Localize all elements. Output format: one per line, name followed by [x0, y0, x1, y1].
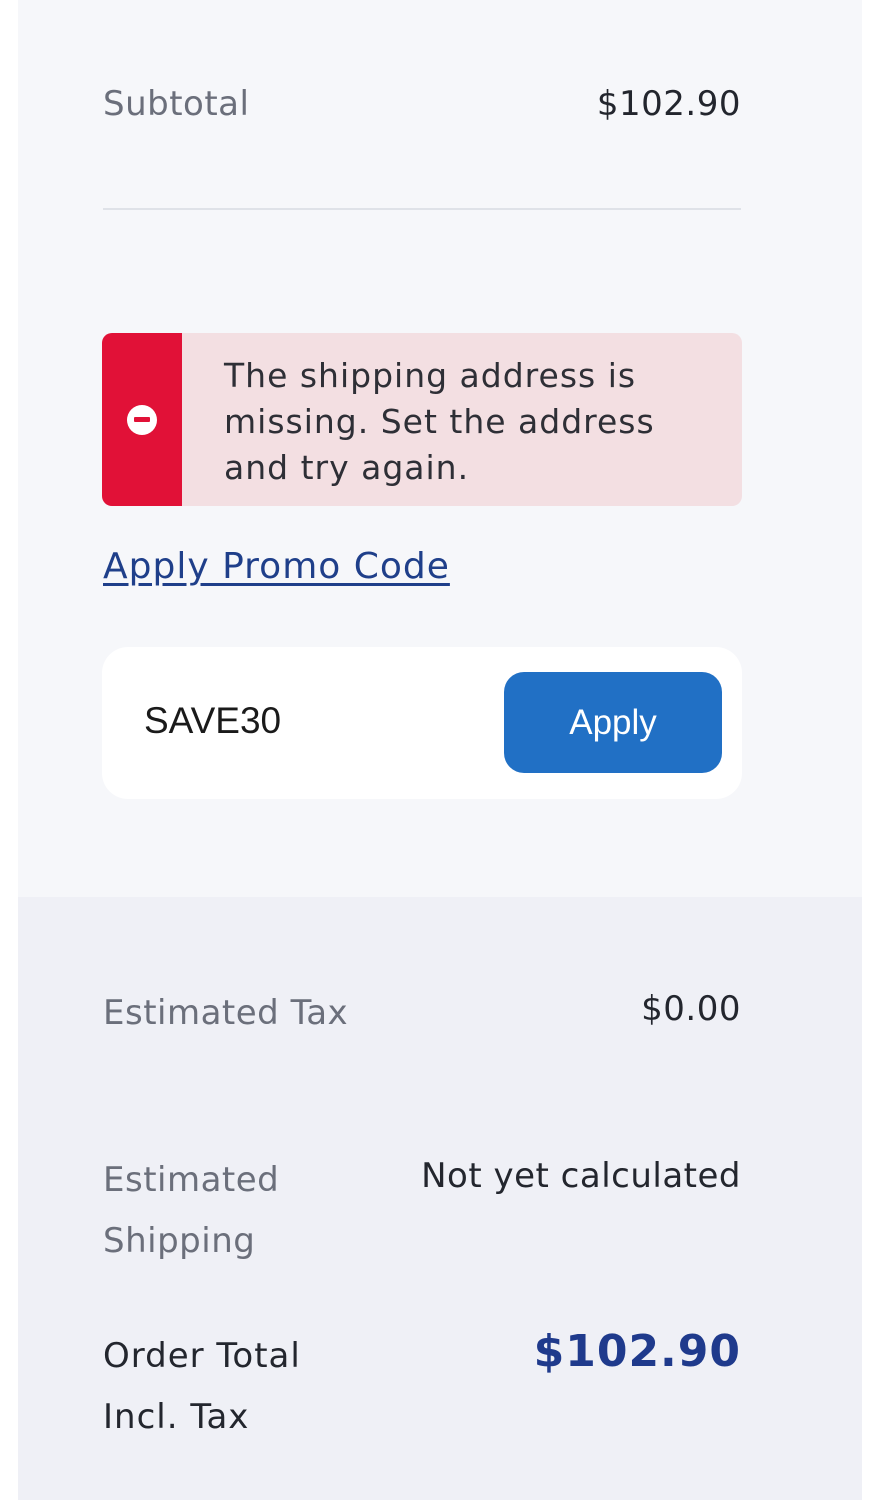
- promo-code-box: Apply: [102, 647, 742, 799]
- estimated-shipping-label: Estimated Shipping: [103, 1160, 280, 1261]
- shipping-address-error-alert: The shipping address is missing. Set the…: [102, 333, 742, 506]
- estimated-tax-value: $0.00: [641, 989, 741, 1029]
- order-total-label: Order Total Incl. Tax: [103, 1336, 301, 1437]
- apply-button[interactable]: Apply: [504, 672, 722, 773]
- alert-stripe: [102, 333, 182, 506]
- estimated-shipping-value: Not yet calculated: [421, 1156, 741, 1196]
- subtotal-value: $102.90: [596, 84, 741, 124]
- apply-promo-code-link[interactable]: Apply Promo Code: [103, 546, 450, 587]
- order-total-value: $102.90: [533, 1326, 741, 1377]
- divider: [103, 208, 741, 210]
- alert-message: The shipping address is missing. Set the…: [224, 356, 655, 487]
- estimated-tax-label: Estimated Tax: [103, 993, 349, 1033]
- subtotal-label: Subtotal: [103, 84, 250, 124]
- subtotal-row: Subtotal $102.90: [103, 80, 741, 128]
- estimated-shipping-row: Estimated Shipping Not yet calculated: [103, 1150, 741, 1272]
- promo-code-input[interactable]: [126, 691, 466, 751]
- order-total-row: Order Total Incl. Tax $102.90: [103, 1326, 741, 1448]
- estimated-tax-row: Estimated Tax $0.00: [103, 983, 741, 1044]
- minus-circle-icon: [127, 404, 157, 435]
